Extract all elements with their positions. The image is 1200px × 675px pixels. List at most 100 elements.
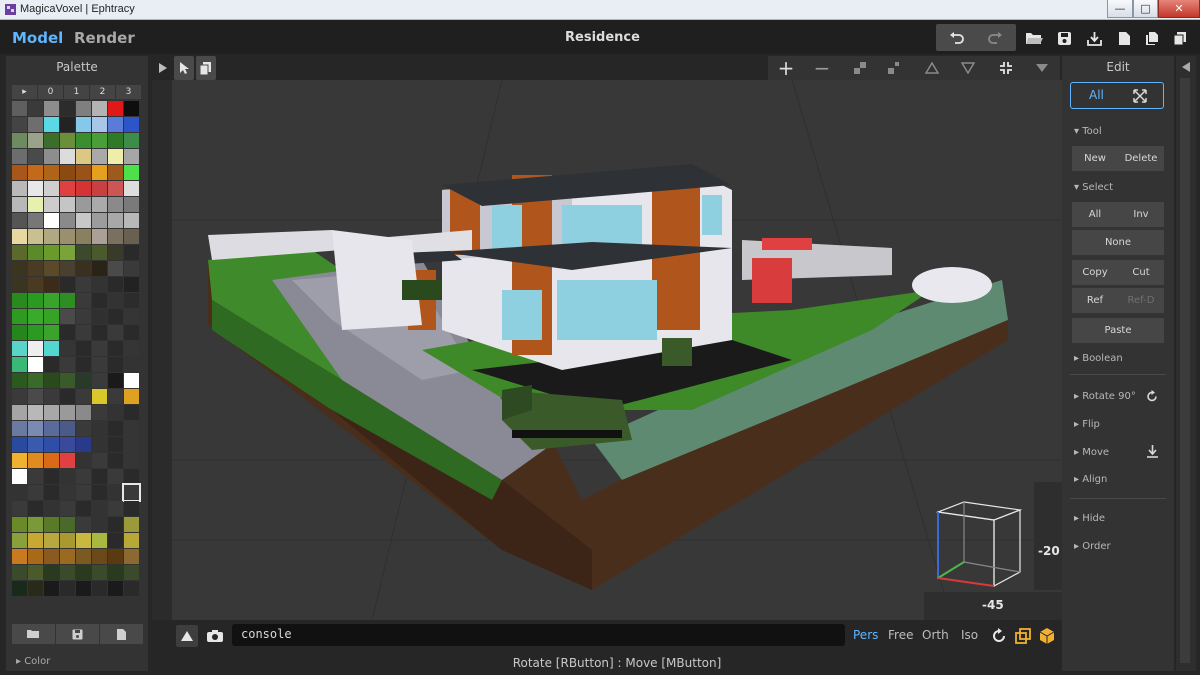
palette-swatch[interactable] — [124, 533, 139, 548]
palette-swatch[interactable] — [124, 165, 139, 180]
palette-swatch[interactable] — [12, 245, 27, 260]
palette-swatch[interactable] — [44, 469, 59, 484]
palette-swatch[interactable] — [44, 501, 59, 516]
palette-swatch[interactable] — [108, 501, 123, 516]
palette-swatch[interactable] — [76, 453, 91, 468]
palette-swatch[interactable] — [108, 357, 123, 372]
palette-swatch[interactable] — [44, 389, 59, 404]
palette-swatch[interactable] — [76, 213, 91, 228]
palette-swatch[interactable] — [108, 213, 123, 228]
palette-swatch[interactable] — [108, 181, 123, 196]
palette-swatch[interactable] — [92, 517, 107, 532]
triangle-up-icon[interactable] — [920, 56, 944, 80]
select-all-button[interactable]: All — [1072, 202, 1118, 227]
palette-swatch[interactable] — [60, 549, 75, 564]
palette-swatch[interactable] — [28, 373, 43, 388]
palette-swatch[interactable] — [76, 389, 91, 404]
palette-swatch[interactable] — [12, 517, 27, 532]
palette-swatch[interactable] — [124, 117, 139, 132]
palette-swatch[interactable] — [12, 165, 27, 180]
palette-swatch[interactable] — [12, 341, 27, 356]
projection-free[interactable]: Free — [888, 628, 913, 642]
palette-swatch[interactable] — [76, 181, 91, 196]
screenshot-button[interactable] — [204, 625, 226, 647]
move-down-icon[interactable] — [1146, 445, 1159, 458]
copy-layer-icon[interactable] — [196, 56, 216, 80]
palette-swatch[interactable] — [124, 213, 139, 228]
palette-swatch[interactable] — [76, 533, 91, 548]
palette-swatch[interactable] — [28, 501, 43, 516]
order-section-toggle[interactable]: ▸ Order — [1074, 541, 1111, 552]
palette-swatch[interactable] — [60, 533, 75, 548]
palette-swatch[interactable] — [124, 421, 139, 436]
palette-swatch[interactable] — [60, 389, 75, 404]
palette-swatch[interactable] — [60, 213, 75, 228]
palette-swatch[interactable] — [92, 277, 107, 292]
fit-view-icon[interactable] — [994, 56, 1018, 80]
palette-page-arrow[interactable]: ▸ — [12, 85, 37, 99]
palette-swatch[interactable] — [76, 581, 91, 596]
flip-section-toggle[interactable]: ▸ Flip — [1074, 419, 1100, 430]
palette-swatch[interactable] — [28, 341, 43, 356]
palette-swatch[interactable] — [44, 437, 59, 452]
palette-swatch[interactable] — [12, 357, 27, 372]
palette-swatch[interactable] — [76, 277, 91, 292]
palette-swatch[interactable] — [124, 133, 139, 148]
palette-swatch[interactable] — [60, 245, 75, 260]
select-section-toggle[interactable]: ▾ Select — [1074, 182, 1113, 193]
palette-swatch[interactable] — [12, 325, 27, 340]
palette-swatch[interactable] — [28, 437, 43, 452]
palette-swatch[interactable] — [76, 373, 91, 388]
palette-swatch[interactable] — [124, 517, 139, 532]
palette-swatch[interactable] — [76, 341, 91, 356]
select-none-button[interactable]: None — [1072, 230, 1164, 255]
palette-swatch[interactable] — [44, 549, 59, 564]
palette-swatch[interactable] — [76, 421, 91, 436]
palette-swatch[interactable] — [44, 181, 59, 196]
palette-swatch[interactable] — [108, 197, 123, 212]
projection-pers[interactable]: Pers — [853, 628, 878, 642]
palette-swatch[interactable] — [28, 405, 43, 420]
palette-swatch[interactable] — [92, 485, 107, 500]
palette-swatch[interactable] — [92, 325, 107, 340]
palette-swatch[interactable] — [108, 117, 123, 132]
palette-swatch[interactable] — [60, 405, 75, 420]
triangle-down-icon[interactable] — [956, 56, 980, 80]
palette-swatch[interactable] — [76, 293, 91, 308]
palette-swatch[interactable] — [60, 181, 75, 196]
palette-swatch[interactable] — [76, 437, 91, 452]
palette-swatch[interactable] — [12, 453, 27, 468]
palette-swatch[interactable] — [108, 485, 123, 500]
palette-swatch[interactable] — [92, 197, 107, 212]
palette-swatch[interactable] — [124, 261, 139, 276]
zoom-in-icon[interactable]: + — [774, 56, 798, 80]
palette-swatch[interactable] — [124, 373, 139, 388]
toggle-up-button[interactable] — [176, 625, 198, 647]
open-button[interactable] — [1022, 25, 1046, 51]
palette-swatch[interactable] — [92, 469, 107, 484]
palette-swatch[interactable] — [124, 229, 139, 244]
palette-page-0[interactable]: 0 — [38, 85, 63, 99]
paste-button[interactable]: Paste — [1072, 318, 1164, 343]
palette-swatch[interactable] — [28, 325, 43, 340]
palette-swatch[interactable] — [28, 357, 43, 372]
select-invert-button[interactable]: Inv — [1118, 202, 1164, 227]
rotate-section-toggle[interactable]: ▸ Rotate 90° — [1074, 391, 1136, 402]
palette-swatch[interactable] — [12, 469, 27, 484]
palette-swatch[interactable] — [76, 149, 91, 164]
palette-swatch[interactable] — [124, 469, 139, 484]
palette-swatch[interactable] — [44, 517, 59, 532]
palette-swatch[interactable] — [92, 213, 107, 228]
palette-swatch[interactable] — [28, 389, 43, 404]
tab-render[interactable]: Render — [74, 29, 135, 47]
palette-swatch[interactable] — [28, 213, 43, 228]
palette-swatch[interactable] — [124, 149, 139, 164]
frame-toggle-button[interactable] — [1014, 627, 1032, 645]
palette-swatch[interactable] — [76, 469, 91, 484]
palette-swatch[interactable] — [76, 117, 91, 132]
palette-swatch[interactable] — [60, 501, 75, 516]
palette-swatch[interactable] — [44, 293, 59, 308]
palette-swatch[interactable] — [92, 149, 107, 164]
palette-page-1[interactable]: 1 — [64, 85, 89, 99]
palette-swatch[interactable] — [12, 261, 27, 276]
